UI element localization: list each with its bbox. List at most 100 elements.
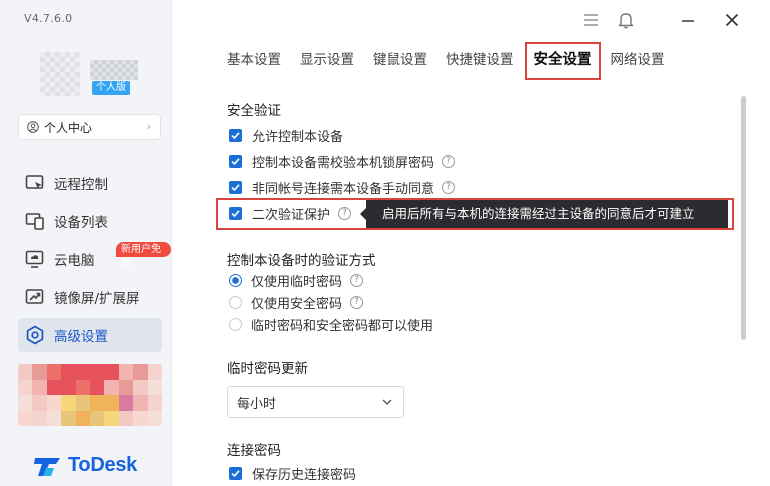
lock-screen-password-checkbox[interactable]	[229, 154, 242, 168]
logo-text: ToDesk	[68, 454, 137, 476]
tab-shortcut-settings[interactable]: 快捷键设置	[446, 44, 514, 76]
close-icon	[725, 13, 739, 27]
tab-network-settings[interactable]: 网络设置	[611, 44, 665, 76]
manual-consent-checkbox[interactable]	[229, 180, 242, 194]
banner-tile	[18, 364, 33, 380]
banner-tile	[118, 379, 134, 395]
personal-center-button[interactable]: 个人中心 ›	[18, 114, 161, 140]
banner-tile	[61, 410, 76, 426]
menu-button[interactable]	[580, 9, 602, 31]
allow-control-option[interactable]: 允许控制本设备	[229, 126, 344, 145]
option-label: 仅使用临时密码	[251, 274, 343, 290]
verify-method-title: 控制本设备时的验证方式	[227, 253, 376, 269]
banner-tile	[147, 410, 162, 426]
banner-tile	[147, 395, 162, 411]
bell-icon	[618, 13, 634, 29]
banner-tile	[18, 379, 33, 395]
sidebar-item-advanced-settings[interactable]: 高级设置	[18, 318, 162, 352]
banner-tile	[32, 395, 47, 411]
security-password-only-radio[interactable]	[229, 295, 242, 309]
manual-consent-option[interactable]: 非同帐号连接需本设备手动同意 ?	[229, 178, 456, 197]
banner-tile	[46, 364, 62, 380]
save-history-password-checkbox[interactable]	[229, 466, 242, 480]
help-icon[interactable]: ?	[442, 154, 456, 168]
option-label: 控制本设备需校验本机锁屏密码	[252, 155, 435, 171]
banner-tile	[46, 379, 62, 395]
minimize-button[interactable]	[677, 9, 699, 31]
hamburger-menu-icon	[584, 14, 598, 26]
save-history-password-option[interactable]: 保存历史连接密码	[229, 464, 357, 483]
personal-center-label: 个人中心	[44, 120, 93, 135]
two-factor-protection-checkbox[interactable]	[229, 206, 242, 220]
sidebar-item-label: 设备列表	[54, 215, 108, 231]
lock-screen-password-option[interactable]: 控制本设备需校验本机锁屏密码 ?	[229, 152, 456, 171]
help-icon[interactable]: ?	[442, 180, 456, 194]
checkmark-icon	[231, 131, 240, 139]
scrollbar-thumb[interactable]	[741, 96, 746, 340]
chevron-right-icon: ›	[146, 120, 151, 133]
banner-tile	[133, 395, 148, 411]
checkmark-icon	[231, 209, 240, 217]
temp-password-only-radio[interactable]	[229, 273, 242, 287]
option-label: 允许控制本设备	[252, 129, 344, 145]
banner-tile	[75, 379, 90, 395]
banner-tile	[32, 364, 47, 380]
banner-tile	[18, 410, 33, 426]
banner-tile	[147, 364, 162, 380]
temp-password-only-option[interactable]: 仅使用临时密码 ?	[229, 271, 364, 290]
banner-tile	[133, 379, 148, 395]
both-passwords-option[interactable]: 临时密码和安全密码都可以使用	[229, 315, 433, 334]
settings-tabs: 基本设置 显示设置 键鼠设置 快捷键设置 安全设置 网络设置	[220, 42, 684, 80]
plan-badge: 个人版	[92, 81, 130, 95]
minimize-icon	[682, 20, 694, 22]
help-icon[interactable]: ?	[350, 295, 364, 309]
banner-tile	[104, 395, 119, 411]
tab-security-settings[interactable]: 安全设置	[524, 42, 601, 80]
banner-tile	[32, 379, 47, 395]
avatar[interactable]	[40, 52, 80, 96]
banner-tile	[32, 410, 47, 426]
user-icon	[27, 121, 39, 133]
checkmark-icon	[231, 183, 240, 191]
option-label: 保存历史连接密码	[252, 467, 357, 483]
sidebar-item-label: 镜像屏/扩展屏	[54, 291, 140, 307]
option-label: 仅使用安全密码	[251, 296, 343, 312]
banner-tile	[104, 410, 119, 426]
promo-banner[interactable]	[18, 364, 162, 426]
remote-control-icon	[25, 175, 44, 189]
sidebar-item-device-list[interactable]: 设备列表	[18, 204, 162, 238]
banner-tile	[118, 395, 134, 411]
both-passwords-radio[interactable]	[229, 317, 242, 331]
sidebar: V4.7.6.0 个人版 个人中心 › 远程控制 设备列表 云电脑 新用户免费 …	[0, 0, 172, 486]
option-label: 二次验证保护	[252, 207, 331, 223]
security-verification-title: 安全验证	[227, 103, 281, 119]
allow-control-checkbox[interactable]	[229, 128, 242, 142]
sidebar-item-remote-control[interactable]: 远程控制	[18, 166, 162, 200]
checkmark-icon	[231, 157, 240, 165]
select-value: 每小时	[237, 396, 277, 412]
notification-button[interactable]	[615, 9, 637, 31]
option-label: 非同帐号连接需本设备手动同意	[252, 181, 435, 197]
advanced-settings-icon	[26, 325, 44, 345]
tooltip: 启用后所有与本机的连接需经过主设备的同意后才可建立	[360, 200, 728, 228]
todesk-logo: ToDesk	[34, 454, 137, 477]
security-password-only-option[interactable]: 仅使用安全密码 ?	[229, 293, 364, 312]
mirror-screen-icon	[25, 289, 44, 304]
banner-tile	[46, 410, 62, 426]
help-icon[interactable]: ?	[338, 206, 352, 220]
sidebar-item-label: 远程控制	[54, 177, 108, 193]
banner-tile	[104, 364, 119, 380]
close-button[interactable]	[721, 9, 743, 31]
sidebar-item-mirror-screen[interactable]: 镜像屏/扩展屏	[18, 280, 162, 314]
help-icon[interactable]: ?	[350, 273, 364, 287]
banner-tile	[104, 379, 119, 395]
todesk-logo-icon	[34, 457, 60, 476]
tab-basic-settings[interactable]: 基本设置	[227, 44, 281, 76]
two-factor-protection-option[interactable]: 二次验证保护 ?	[229, 204, 352, 223]
tab-display-settings[interactable]: 显示设置	[300, 44, 354, 76]
temp-password-update-select[interactable]: 每小时	[227, 386, 404, 418]
banner-tile	[133, 364, 148, 380]
tab-keyboard-mouse-settings[interactable]: 键鼠设置	[373, 44, 427, 76]
username-blurred	[90, 60, 138, 80]
banner-tile	[133, 410, 148, 426]
